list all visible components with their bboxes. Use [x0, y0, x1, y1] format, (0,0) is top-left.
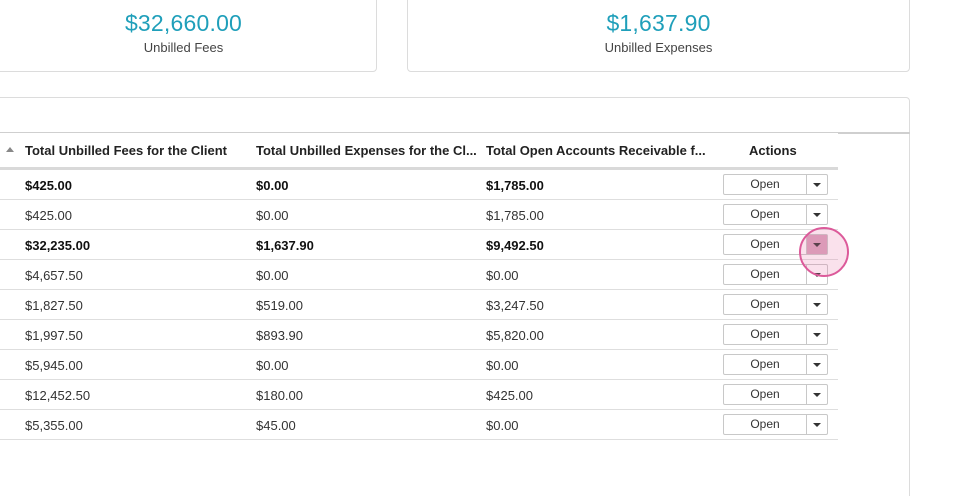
table-row[interactable]: $5,945.00 $0.00 $0.00 Open [0, 350, 838, 380]
unbilled-expenses-card: $1,637.90 Unbilled Expenses [407, 0, 910, 72]
actions-dropdown-button[interactable] [807, 385, 827, 404]
caret-down-icon [813, 243, 821, 247]
unbilled-expenses-cell: $0.00 [256, 268, 289, 283]
header-divider [838, 132, 910, 134]
open-receivable-cell: $0.00 [486, 268, 519, 283]
table-row[interactable]: $4,657.50 $0.00 $0.00 Open [0, 260, 838, 290]
caret-down-icon [813, 303, 821, 307]
row-actions: Open [723, 354, 828, 375]
unbilled-expenses-cell: $180.00 [256, 388, 303, 403]
actions-dropdown-button[interactable] [807, 415, 827, 434]
table-row[interactable]: $425.00 $0.00 $1,785.00 Open [0, 170, 838, 200]
caret-down-icon [813, 213, 821, 217]
open-receivable-cell: $425.00 [486, 388, 533, 403]
open-receivable-cell: $3,247.50 [486, 298, 544, 313]
column-header-open-receivable[interactable]: Total Open Accounts Receivable f... [486, 143, 712, 158]
open-receivable-cell: $1,785.00 [486, 208, 544, 223]
column-header-unbilled-fees[interactable]: Total Unbilled Fees for the Client [25, 143, 250, 158]
open-button[interactable]: Open [724, 325, 807, 344]
unbilled-fees-cell: $425.00 [25, 208, 72, 223]
unbilled-expenses-cell: $893.90 [256, 328, 303, 343]
unbilled-fees-cell: $5,355.00 [25, 418, 83, 433]
open-receivable-cell: $1,785.00 [486, 178, 544, 193]
row-actions: Open [723, 264, 828, 285]
unbilled-expenses-amount: $1,637.90 [606, 10, 711, 36]
column-header-actions: Actions [749, 143, 797, 158]
table-body: $425.00 $0.00 $1,785.00 Open $425.00 $0.00 $1,… [0, 170, 838, 440]
actions-dropdown-button[interactable] [807, 295, 827, 314]
row-actions: Open [723, 324, 828, 345]
open-button[interactable]: Open [724, 265, 807, 284]
open-receivable-cell: $0.00 [486, 418, 519, 433]
open-button[interactable]: Open [724, 355, 807, 374]
unbilled-fees-cell: $1,997.50 [25, 328, 83, 343]
open-receivable-cell: $5,820.00 [486, 328, 544, 343]
clients-table: Total Unbilled Fees for the Client Total… [0, 132, 838, 440]
open-button[interactable]: Open [724, 415, 807, 434]
unbilled-expenses-cell: $0.00 [256, 208, 289, 223]
unbilled-fees-cell: $5,945.00 [25, 358, 83, 373]
caret-down-icon [813, 273, 821, 277]
unbilled-expenses-cell: $0.00 [256, 178, 289, 193]
unbilled-expenses-cell: $1,637.90 [256, 238, 314, 253]
open-button[interactable]: Open [724, 295, 807, 314]
table-row[interactable]: $32,235.00 $1,637.90 $9,492.50 Open [0, 230, 838, 260]
unbilled-fees-cell: $12,452.50 [25, 388, 91, 403]
actions-dropdown-button[interactable] [807, 355, 827, 374]
open-button[interactable]: Open [724, 205, 807, 224]
row-actions: Open [723, 384, 828, 405]
table-row[interactable]: $5,355.00 $45.00 $0.00 Open [0, 410, 838, 440]
table-header: Total Unbilled Fees for the Client Total… [0, 132, 838, 170]
caret-down-icon [813, 393, 821, 397]
actions-dropdown-button[interactable] [807, 235, 827, 254]
caret-down-icon [813, 183, 821, 187]
unbilled-expenses-cell: $45.00 [256, 418, 296, 433]
sort-ascending-icon[interactable] [6, 147, 14, 152]
table-row[interactable]: $425.00 $0.00 $1,785.00 Open [0, 200, 838, 230]
open-button[interactable]: Open [724, 385, 807, 404]
unbilled-fees-cell: $425.00 [25, 178, 72, 193]
table-row[interactable]: $12,452.50 $180.00 $425.00 Open [0, 380, 838, 410]
caret-down-icon [813, 333, 821, 337]
unbilled-fees-cell: $4,657.50 [25, 268, 83, 283]
row-actions: Open [723, 294, 828, 315]
row-actions: Open [723, 174, 828, 195]
actions-dropdown-button[interactable] [807, 265, 827, 284]
table-row[interactable]: $1,997.50 $893.90 $5,820.00 Open [0, 320, 838, 350]
row-actions: Open [723, 204, 828, 225]
unbilled-fees-cell: $1,827.50 [25, 298, 83, 313]
column-header-unbilled-expenses[interactable]: Total Unbilled Expenses for the Cl... [256, 143, 482, 158]
unbilled-fees-card: $32,660.00 Unbilled Fees [0, 0, 377, 72]
row-actions: Open [723, 414, 828, 435]
unbilled-expenses-cell: $519.00 [256, 298, 303, 313]
open-receivable-cell: $9,492.50 [486, 238, 544, 253]
unbilled-expenses-label: Unbilled Expenses [604, 40, 713, 55]
open-button[interactable]: Open [724, 175, 807, 194]
row-actions: Open [723, 234, 828, 255]
caret-down-icon [813, 363, 821, 367]
open-button[interactable]: Open [724, 235, 807, 254]
caret-down-icon [813, 423, 821, 427]
unbilled-fees-amount: $32,660.00 [124, 10, 243, 36]
actions-dropdown-button[interactable] [807, 175, 827, 194]
unbilled-expenses-cell: $0.00 [256, 358, 289, 373]
unbilled-fees-cell: $32,235.00 [25, 238, 91, 253]
table-row[interactable]: $1,827.50 $519.00 $3,247.50 Open [0, 290, 838, 320]
actions-dropdown-button[interactable] [807, 325, 827, 344]
actions-dropdown-button[interactable] [807, 205, 827, 224]
unbilled-fees-label: Unbilled Fees [143, 40, 224, 55]
open-receivable-cell: $0.00 [486, 358, 519, 373]
